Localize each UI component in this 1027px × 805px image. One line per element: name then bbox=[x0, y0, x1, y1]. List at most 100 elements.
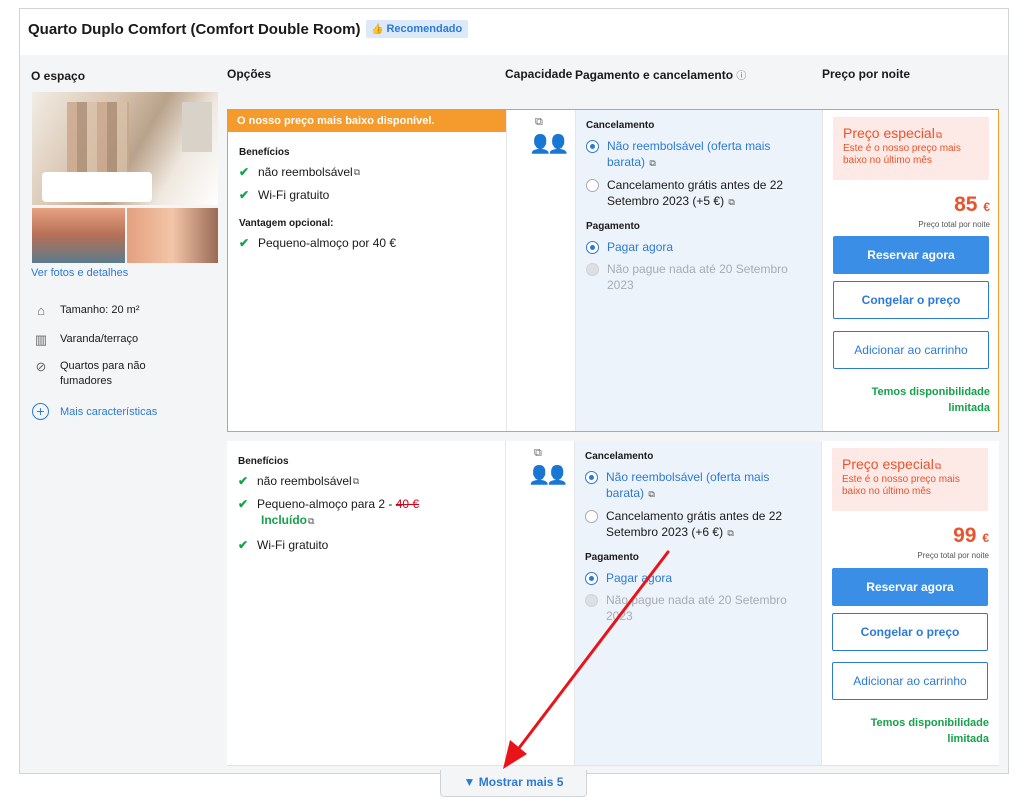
external-link-icon[interactable]: ⧉ bbox=[727, 528, 733, 538]
rate-option-2: Benefícios ✔ não reembolsável ⧉ ✔ Pequeno-a… bbox=[227, 441, 999, 766]
cancellation-title: Cancelamento bbox=[585, 451, 654, 462]
no-smoking-icon: ⊘ bbox=[35, 359, 47, 374]
room-photo-bedroom[interactable] bbox=[127, 208, 218, 263]
column-header-payment: Pagamento e cancelamento ⓘ bbox=[575, 67, 746, 82]
more-features-label: Mais características bbox=[60, 405, 158, 418]
room-header: Quarto Duplo Comfort (Comfort Double Roo… bbox=[20, 9, 1008, 55]
rate-option-1: O nosso preço mais baixo disponível. Ben… bbox=[227, 109, 999, 432]
pay-later-radio: Não pague nada até 20 Setembro 2023 bbox=[576, 261, 822, 293]
radio-unselected bbox=[586, 179, 599, 192]
price-cell: Preço especial⧉ Este é o nosso preço mai… bbox=[821, 441, 999, 765]
check-icon: ✔ bbox=[239, 165, 250, 179]
payment-cell: Cancelamento Não reembolsável (oferta ma… bbox=[576, 110, 822, 431]
total-price-label: Preço total por noite bbox=[917, 551, 989, 560]
external-link-icon[interactable]: ⧉ bbox=[353, 473, 359, 489]
freeze-price-button[interactable]: Congelar o preço bbox=[832, 613, 988, 651]
cancellation-title: Cancelamento bbox=[586, 120, 655, 131]
plus-circle-icon: + bbox=[32, 403, 49, 420]
pay-now-radio[interactable]: Pagar agora bbox=[576, 239, 822, 255]
original-price: 40 € bbox=[395, 497, 420, 511]
availability-label: Temos disponibilidade limitada bbox=[871, 386, 990, 414]
check-icon: ✔ bbox=[238, 474, 249, 488]
two-persons-icon: 👤👤 bbox=[528, 465, 569, 485]
radio-label: Não pague nada até 20 Setembro 2023 bbox=[606, 593, 787, 623]
column-header-price: Preço por noite bbox=[822, 67, 911, 81]
radio-label: Não reembolsável (oferta mais barata) bbox=[607, 139, 771, 169]
check-icon: ✔ bbox=[238, 497, 249, 511]
balcony-icon: ▥ bbox=[34, 332, 48, 347]
benefits-title: Benefícios bbox=[239, 147, 290, 158]
rate-options-cell: Benefícios ✔ não reembolsável ⧉ ✔ Pequeno-a… bbox=[227, 441, 505, 765]
radio-unselected bbox=[585, 510, 598, 523]
benefit-label: Pequeno-almoço para 2 - bbox=[257, 497, 396, 511]
room-photo-main[interactable] bbox=[32, 92, 218, 205]
freeze-price-button[interactable]: Congelar o preço bbox=[833, 281, 989, 319]
room-photo-balcony[interactable] bbox=[32, 208, 125, 263]
price-amount: 85 € bbox=[954, 193, 990, 216]
badge-label: Recomendado bbox=[386, 23, 463, 35]
room-title: Quarto Duplo Comfort (Comfort Double Roo… bbox=[28, 21, 361, 38]
feature-label: Tamanho: 20 m² bbox=[60, 304, 140, 316]
benefit-label: não reembolsável bbox=[258, 165, 353, 179]
benefit-wifi: ✔ Wi-Fi gratuito bbox=[228, 187, 506, 203]
benefit-wifi: ✔ Wi-Fi gratuito bbox=[227, 537, 505, 553]
optional-breakfast: ✔ Pequeno-almoço por 40 € bbox=[228, 235, 506, 251]
feature-label: Varanda/terraço bbox=[60, 333, 139, 345]
benefit-nonrefundable: ✔ não reembolsável ⧉ bbox=[227, 473, 505, 489]
cancel-free-radio[interactable]: Cancelamento grátis antes de 22 Setembro… bbox=[575, 508, 821, 541]
benefit-label: não reembolsável bbox=[257, 474, 352, 488]
house-icon: ⌂ bbox=[37, 303, 45, 318]
show-more-label: Mostrar mais 5 bbox=[478, 775, 564, 789]
special-price-desc: Este é o nosso preço mais baixo no últim… bbox=[843, 143, 961, 166]
price-amount: 99 € bbox=[953, 524, 989, 547]
capacity-cell: ⧉ 👤👤 bbox=[506, 110, 576, 431]
cancel-nonrefundable-radio[interactable]: Não reembolsável (oferta mais barata) ⧉ bbox=[576, 138, 822, 171]
feature-label: Quartos para não fumadores bbox=[60, 360, 146, 387]
lowest-price-banner: O nosso preço mais baixo disponível. bbox=[228, 110, 506, 132]
rate-options-cell: O nosso preço mais baixo disponível. Ben… bbox=[228, 110, 506, 431]
cancel-free-radio[interactable]: Cancelamento grátis antes de 22 Setembro… bbox=[576, 177, 822, 210]
external-link-icon[interactable]: ⧉ bbox=[354, 164, 360, 180]
benefit-breakfast: ✔ Pequeno-almoço para 2 - 40 € Incluído⧉ bbox=[227, 496, 505, 529]
caret-down-icon: ▼ bbox=[463, 775, 476, 789]
included-label: Incluído bbox=[261, 513, 307, 527]
check-icon: ✔ bbox=[239, 188, 250, 202]
capacity-cell: ⧉ 👤👤 bbox=[505, 441, 575, 765]
column-header-capacity: Capacidade bbox=[505, 67, 573, 81]
external-link-icon[interactable]: ⧉ bbox=[648, 489, 654, 499]
feature-size: ⌂ Tamanho: 20 m² bbox=[32, 303, 170, 319]
payment-cell: Cancelamento Não reembolsável (oferta ma… bbox=[575, 441, 821, 765]
external-link-icon[interactable]: ⧉ bbox=[936, 130, 942, 140]
add-to-cart-button[interactable]: Adicionar ao carrinho bbox=[833, 331, 989, 369]
external-link-icon[interactable]: ⧉ bbox=[935, 461, 941, 471]
see-photos-link[interactable]: Ver fotos e detalhes bbox=[31, 267, 128, 279]
optional-title: Vantagem opcional: bbox=[239, 218, 334, 229]
external-link-icon[interactable]: ⧉ bbox=[308, 516, 314, 526]
feature-balcony: ▥ Varanda/terraço bbox=[32, 332, 170, 348]
payment-title: Pagamento bbox=[585, 552, 639, 563]
room-card: Quarto Duplo Comfort (Comfort Double Roo… bbox=[19, 8, 1009, 774]
pay-now-radio[interactable]: Pagar agora bbox=[575, 570, 821, 586]
feature-non-smoking: ⊘ Quartos para não fumadores bbox=[32, 359, 170, 389]
radio-selected bbox=[585, 471, 598, 484]
info-icon[interactable]: ⓘ bbox=[736, 71, 746, 82]
external-link-icon[interactable]: ⧉ bbox=[649, 158, 655, 168]
show-more-button[interactable]: ▼ Mostrar mais 5 bbox=[440, 770, 587, 797]
more-features-link[interactable]: + Mais características bbox=[32, 403, 157, 420]
space-title: O espaço bbox=[31, 69, 86, 83]
book-now-button[interactable]: Reservar agora bbox=[832, 568, 988, 606]
book-now-button[interactable]: Reservar agora bbox=[833, 236, 989, 274]
external-link-icon[interactable]: ⧉ bbox=[728, 197, 734, 207]
payment-title: Pagamento bbox=[586, 221, 640, 232]
add-to-cart-button[interactable]: Adicionar ao carrinho bbox=[832, 662, 988, 700]
special-price-box: Preço especial⧉ Este é o nosso preço mai… bbox=[832, 448, 988, 511]
cancel-nonrefundable-radio[interactable]: Não reembolsável (oferta mais barata) ⧉ bbox=[575, 469, 821, 502]
total-price-label: Preço total por noite bbox=[918, 220, 990, 229]
radio-label: Cancelamento grátis antes de 22 Setembro… bbox=[607, 178, 784, 208]
benefit-label: Wi-Fi gratuito bbox=[257, 538, 329, 552]
pay-later-radio: Não pague nada até 20 Setembro 2023 bbox=[575, 592, 821, 624]
radio-selected bbox=[586, 241, 599, 254]
thumbs-up-icon: 👍 bbox=[371, 24, 384, 35]
availability-label: Temos disponibilidade limitada bbox=[870, 717, 989, 745]
optional-label: Pequeno-almoço por 40 € bbox=[258, 236, 397, 250]
